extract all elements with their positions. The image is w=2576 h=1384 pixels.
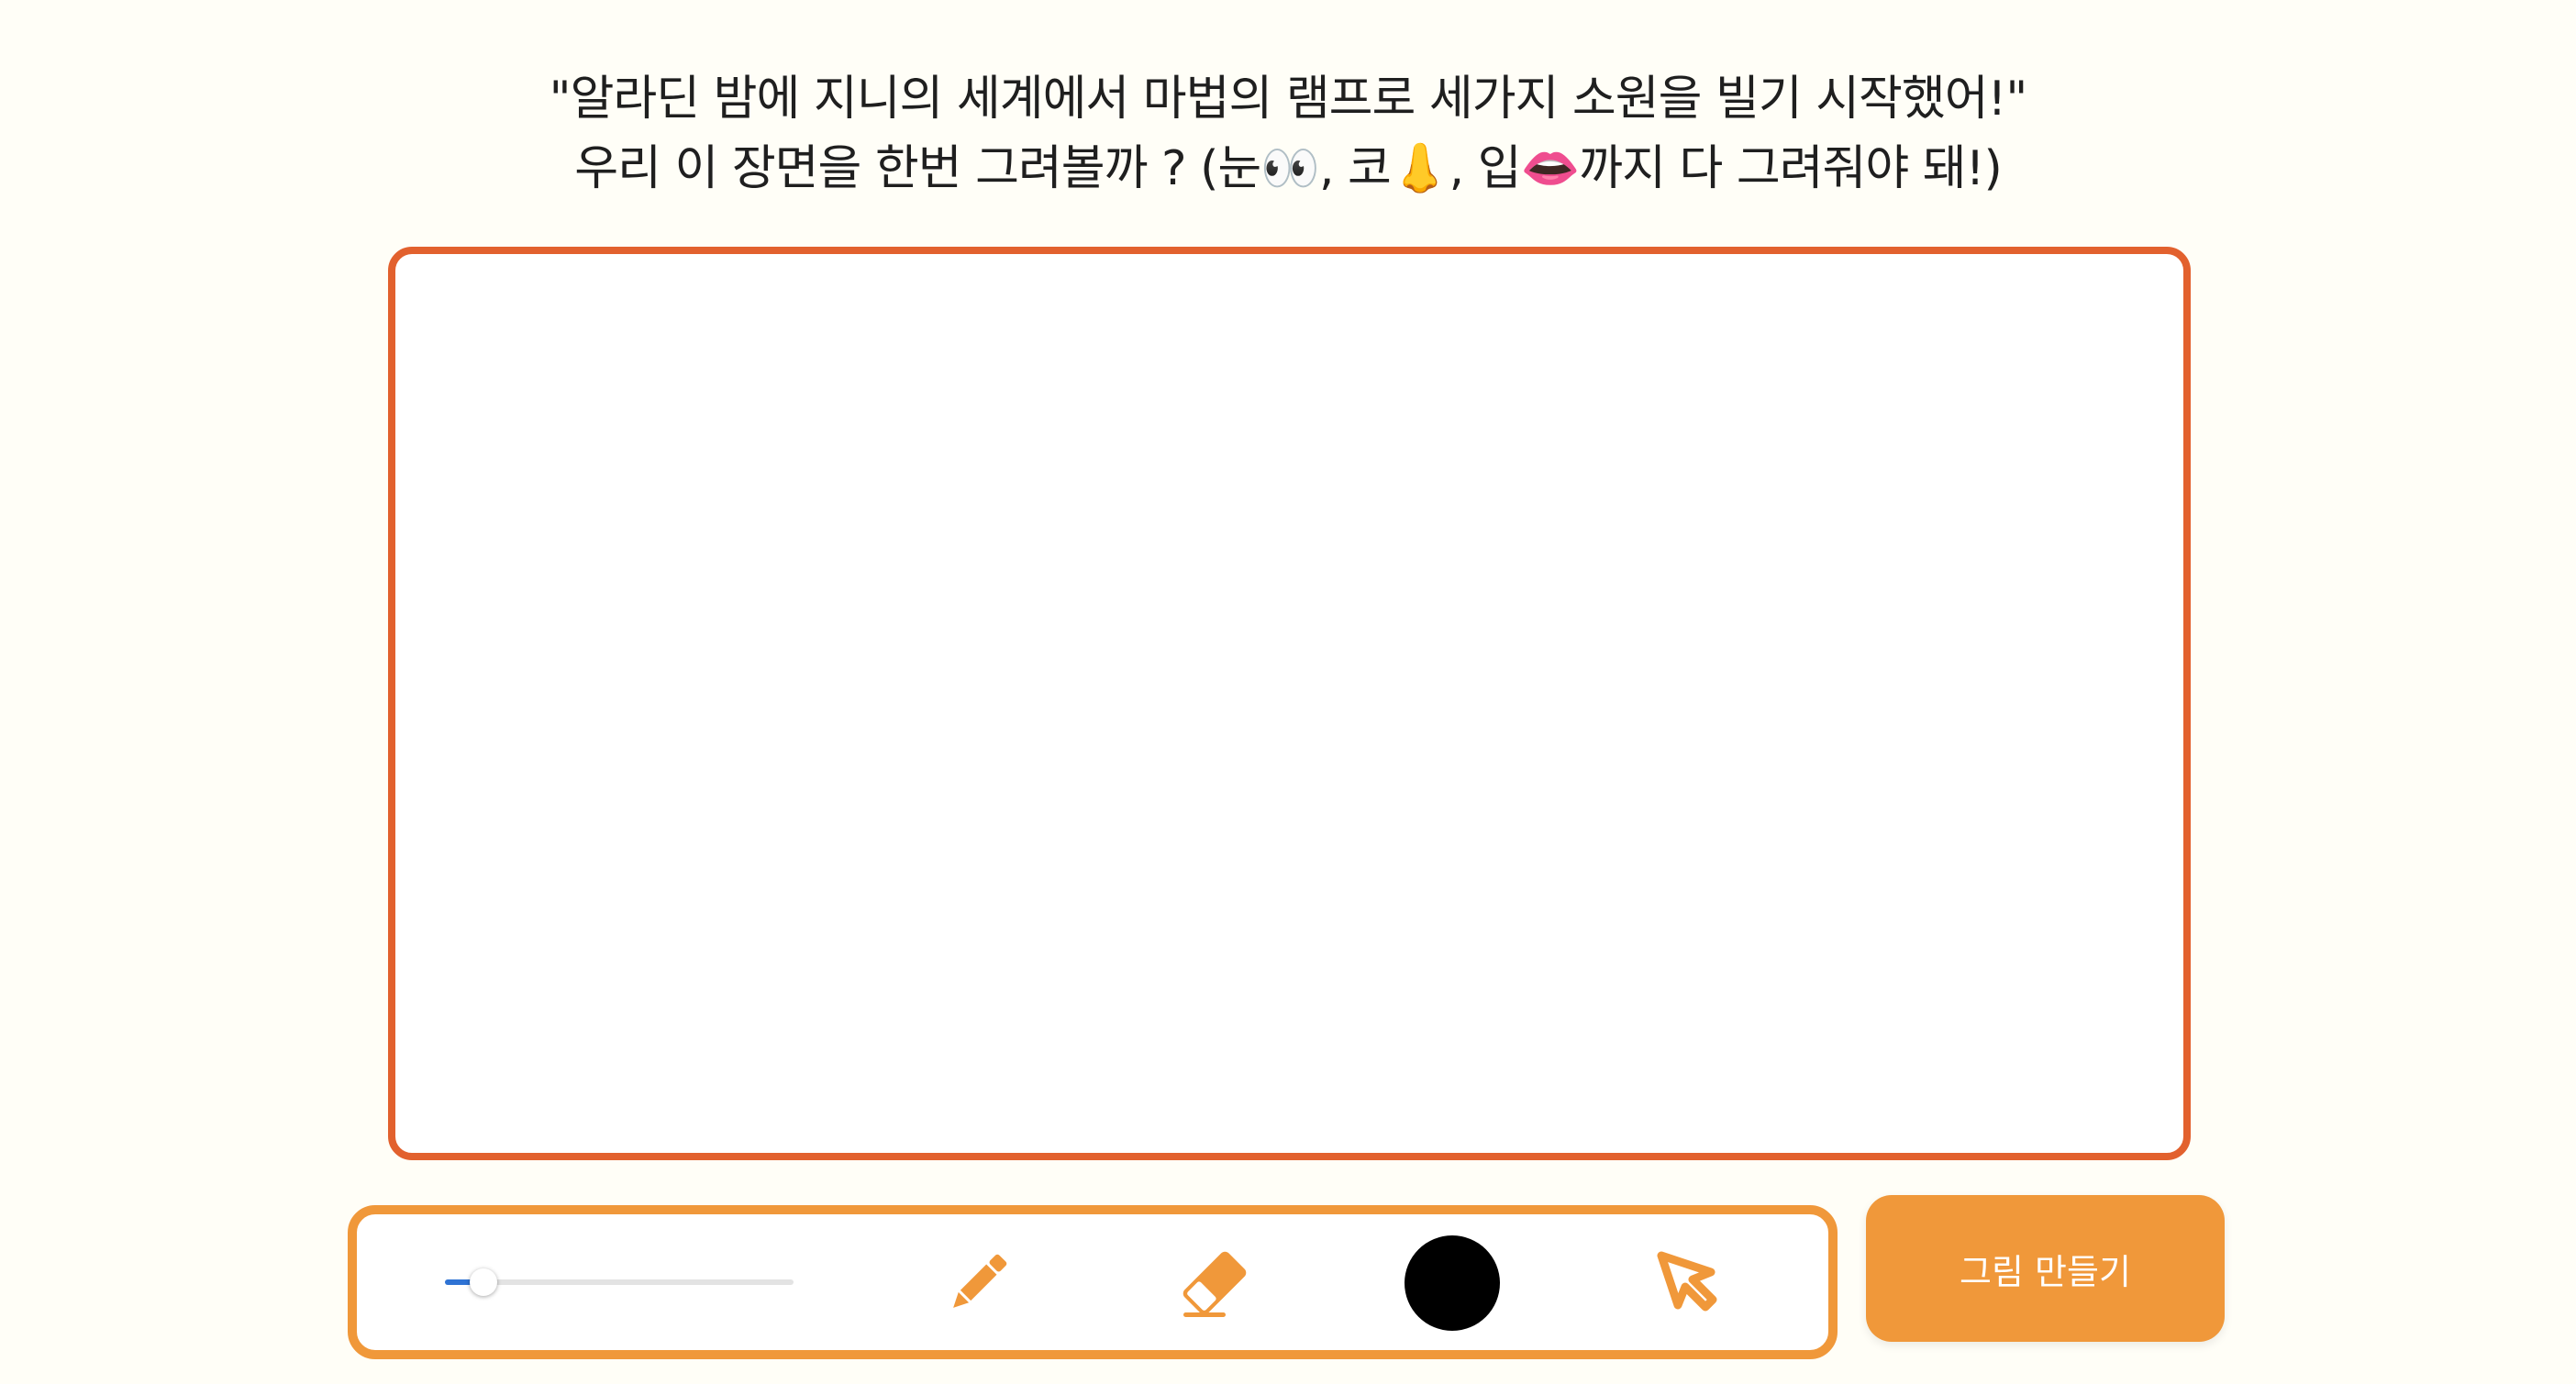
eraser-icon xyxy=(1176,1245,1253,1322)
eraser-tool-button[interactable] xyxy=(1164,1233,1265,1334)
brush-size-slider[interactable] xyxy=(445,1268,794,1296)
slider-track xyxy=(445,1279,794,1285)
prompt-line-2: 우리 이 장면을 한번 그려볼까 ? (눈👀, 코👃, 입👄까지 다 그려줘야 … xyxy=(574,141,2002,196)
pencil-icon xyxy=(941,1246,1015,1320)
color-picker-button[interactable] xyxy=(1402,1233,1503,1334)
prompt-line-1: "알라딘 밤에 지니의 세계에서 마법의 램프로 세가지 소원을 빌기 시작했어… xyxy=(549,72,2028,127)
pencil-tool-button[interactable] xyxy=(927,1233,1028,1334)
cursor-icon xyxy=(1654,1248,1724,1318)
drawing-canvas[interactable] xyxy=(388,247,2191,1160)
drawing-toolbar xyxy=(348,1205,1838,1359)
slider-thumb[interactable] xyxy=(469,1268,497,1296)
current-color-swatch xyxy=(1405,1235,1500,1331)
drawing-prompt: "알라딘 밤에 지니의 세계에서 마법의 램프로 세가지 소원을 빌기 시작했어… xyxy=(0,64,2576,204)
select-tool-button[interactable] xyxy=(1638,1233,1739,1334)
make-picture-button[interactable]: 그림 만들기 xyxy=(1866,1195,2225,1342)
